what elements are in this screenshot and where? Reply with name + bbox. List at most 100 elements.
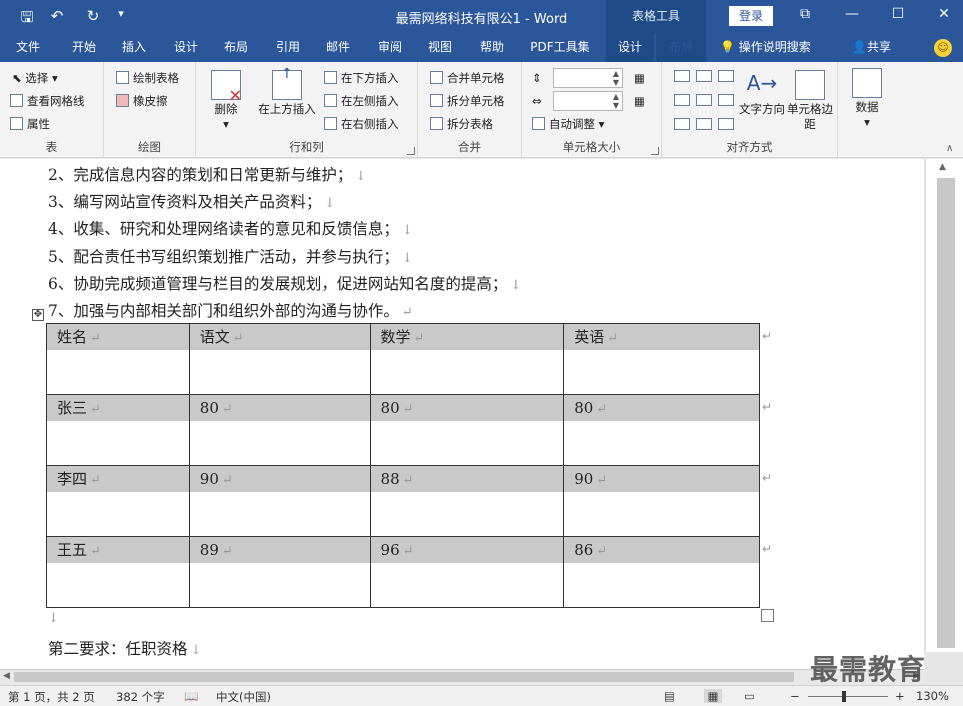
table-cell[interactable]: 80 ↵	[188, 394, 371, 466]
table-cell[interactable]: 90 ↵	[188, 465, 371, 537]
tab-table-design[interactable]: 设计	[606, 34, 654, 62]
delete-button[interactable]: ✕ 删除 ▾	[206, 70, 246, 132]
cell-margins-button[interactable]: 单元格边距	[786, 70, 834, 132]
smiley-feedback-icon[interactable]: ☺	[934, 39, 952, 57]
ribbon-display-options-icon[interactable]: ⧉	[793, 6, 817, 26]
body-line: 3、编写网站宣传资料及相关产品资料； ↓	[48, 193, 336, 211]
insert-left-button[interactable]: 在左侧插入	[324, 92, 399, 110]
align-top-center-icon[interactable]	[696, 70, 712, 82]
body-line: 5、配合责任书写组织策划推广活动，并参与执行； ↓	[48, 248, 413, 266]
end-of-row-mark: ↵	[762, 329, 773, 343]
insert-above-button[interactable]: ↑ 在上方插入	[256, 67, 318, 117]
table-cell[interactable]: 张三 ↵	[46, 394, 190, 466]
web-layout-icon[interactable]: ▭	[744, 689, 755, 703]
align-bottom-center-icon[interactable]	[696, 118, 712, 130]
insert-below-button[interactable]: 在下方插入	[324, 69, 399, 87]
minimize-icon[interactable]: —	[840, 6, 864, 26]
table-header-cell[interactable]: 姓名 ↵	[46, 323, 190, 395]
word-count[interactable]: 382 个字	[116, 689, 165, 705]
table-move-handle-icon[interactable]: ✥	[32, 309, 44, 321]
table-cell[interactable]: 王五 ↵	[46, 536, 190, 608]
zoom-slider[interactable]	[808, 696, 888, 697]
proofing-icon[interactable]: 📖	[184, 689, 198, 703]
table-header-cell[interactable]: 语文 ↵	[188, 323, 371, 395]
table-cell[interactable]: 80 ↵	[563, 394, 760, 466]
rows-columns-launcher-icon[interactable]	[407, 147, 415, 155]
cell-size-launcher-icon[interactable]	[651, 147, 659, 155]
distribute-rows-icon[interactable]: ▦	[634, 69, 645, 87]
score-table[interactable]: 姓名 ↵ 语文 ↵ 数学 ↵ 英语 ↵ 张三 ↵ 80 ↵ 80 ↵ 80 ↵ 李四 ↵ 90 ↵ …	[46, 323, 760, 608]
align-top-right-icon[interactable]	[718, 70, 734, 82]
zoom-slider-thumb[interactable]	[842, 691, 846, 702]
table-cell[interactable]: 86 ↵	[563, 536, 760, 608]
draw-table-button[interactable]: 绘制表格	[116, 69, 179, 87]
draw-group: 绘制表格 橡皮擦 绘图	[104, 62, 196, 158]
tab-home[interactable]: 开始	[62, 34, 106, 62]
row-height-icon: ⇕	[532, 71, 542, 85]
split-table-button[interactable]: 拆分表格	[430, 115, 493, 133]
autofit-button[interactable]: 自动调整 ▾	[532, 115, 604, 133]
print-layout-icon[interactable]: ▦	[704, 689, 722, 703]
table-cell[interactable]: 88 ↵	[369, 465, 565, 537]
insert-right-icon	[324, 117, 337, 130]
eraser-button[interactable]: 橡皮擦	[116, 92, 168, 110]
collapse-ribbon-icon[interactable]: ∧	[946, 140, 953, 158]
row-height-input[interactable]: ▲ ▼	[553, 68, 623, 88]
scroll-up-icon[interactable]: ▲	[939, 162, 946, 172]
scroll-left-icon[interactable]: ◀	[3, 671, 10, 681]
merge-cells-button[interactable]: 合并单元格	[430, 69, 505, 87]
table-cell[interactable]: 96 ↵	[369, 536, 565, 608]
insert-right-button[interactable]: 在右侧插入	[324, 115, 399, 133]
close-icon[interactable]: ✕	[932, 6, 956, 26]
tab-references[interactable]: 引用	[266, 34, 310, 62]
table-cell[interactable]: 90 ↵	[563, 465, 760, 537]
maximize-icon[interactable]: ☐	[886, 6, 910, 26]
read-mode-icon[interactable]: ▤	[664, 689, 675, 703]
tab-file[interactable]: 文件	[6, 34, 50, 62]
text-direction-button[interactable]: A→ 文字方向	[736, 70, 788, 117]
distribute-columns-icon[interactable]: ▦	[634, 92, 645, 110]
zoom-level[interactable]: 130%	[916, 689, 949, 703]
column-width-input[interactable]: ▲ ▼	[553, 91, 623, 111]
tab-table-layout[interactable]: 布局	[656, 34, 706, 62]
tab-mailings[interactable]: 邮件	[316, 34, 360, 62]
table-cell[interactable]: 89 ↵	[188, 536, 371, 608]
zoom-in-icon[interactable]: +	[895, 689, 905, 703]
align-center-icon[interactable]	[696, 94, 712, 106]
split-cells-button[interactable]: 拆分单元格	[430, 92, 505, 110]
tab-pdf-tools[interactable]: PDF工具集	[524, 34, 596, 62]
data-button[interactable]: 数据 ▾	[850, 68, 884, 130]
group-label-rows-columns: 行和列	[289, 140, 324, 154]
tab-view[interactable]: 视图	[418, 34, 462, 62]
page-count[interactable]: 第 1 页，共 2 页	[8, 689, 95, 705]
login-button[interactable]: 登录	[729, 6, 773, 26]
table-cell[interactable]: 李四 ↵	[46, 465, 190, 537]
tab-insert[interactable]: 插入	[112, 34, 156, 62]
table-cell[interactable]: 80 ↵	[369, 394, 565, 466]
tab-layout[interactable]: 布局	[214, 34, 258, 62]
ribbon: ⬉ 选择 ▾ 查看网格线 属性 表 绘制表格 橡皮擦 绘图 ✕ 删除 ▾ ↑ 在上方插…	[0, 62, 963, 158]
tab-design[interactable]: 设计	[164, 34, 208, 62]
text-direction-icon: A→	[746, 71, 778, 95]
align-middle-left-icon[interactable]	[674, 94, 690, 106]
zoom-out-icon[interactable]: −	[790, 689, 800, 703]
document-page[interactable]: 2、完成信息内容的策划和日常更新与维护； ↓ 3、编写网站宣传资料及相关产品资料；…	[0, 159, 924, 669]
table-group: ⬉ 选择 ▾ 查看网格线 属性 表	[0, 62, 104, 158]
select-button[interactable]: ⬉ 选择 ▾	[12, 69, 58, 87]
align-bottom-left-icon[interactable]	[674, 118, 690, 130]
properties-button[interactable]: 属性	[10, 115, 50, 133]
share-button[interactable]: 👤共享	[852, 34, 891, 62]
align-middle-right-icon[interactable]	[718, 94, 734, 106]
vertical-scroll-thumb[interactable]	[937, 178, 955, 648]
view-gridlines-button[interactable]: 查看网格线	[10, 92, 85, 110]
table-resize-handle[interactable]	[761, 609, 774, 622]
table-header-cell[interactable]: 数学 ↵	[369, 323, 565, 395]
language-indicator[interactable]: 中文(中国)	[216, 689, 271, 705]
align-top-left-icon[interactable]	[674, 70, 690, 82]
align-bottom-right-icon[interactable]	[718, 118, 734, 130]
tab-review[interactable]: 审阅	[368, 34, 412, 62]
table-header-cell[interactable]: 英语 ↵	[563, 323, 760, 395]
horizontal-scroll-thumb[interactable]	[14, 672, 794, 682]
tell-me-search[interactable]: 💡 操作说明搜索	[720, 34, 811, 62]
tab-help[interactable]: 帮助	[470, 34, 514, 62]
